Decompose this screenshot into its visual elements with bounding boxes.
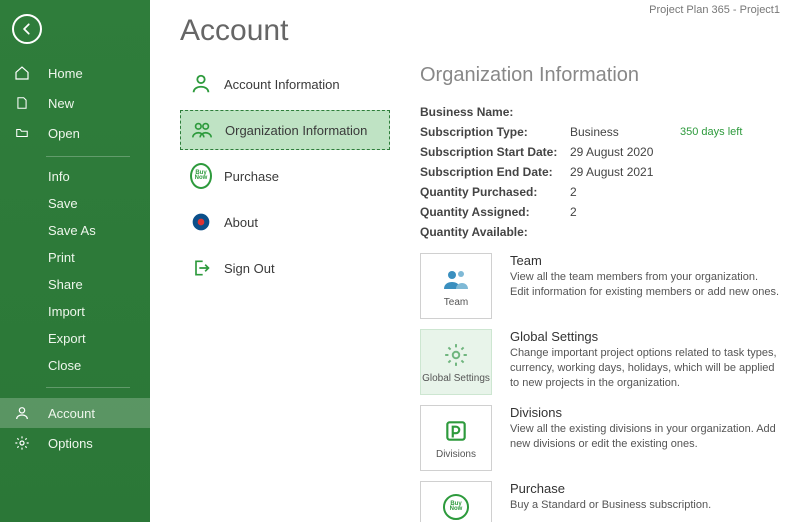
row-qty-available: Quantity Available: — [420, 225, 780, 239]
card-desc: Change important project options related… — [510, 346, 780, 391]
buy-now-icon: BuyNow — [190, 165, 212, 187]
tile-divisions[interactable]: Divisions — [420, 405, 492, 471]
sidebar-divider — [46, 387, 130, 388]
sidebar-item-label: Account — [48, 406, 95, 421]
person-icon — [190, 73, 212, 95]
about-icon — [190, 211, 212, 233]
gear-icon — [14, 435, 30, 451]
sidebar-item-save[interactable]: Save — [0, 190, 150, 217]
tile-purchase[interactable]: BuyNow Purchase — [420, 481, 492, 522]
row-subscription-start: Subscription Start Date:29 August 2020 — [420, 145, 780, 159]
divisions-icon — [443, 417, 469, 445]
card-global-settings: Global Settings Global Settings Change im… — [420, 329, 780, 395]
sidebar-item-label: Home — [48, 66, 83, 81]
sidebar-item-label: New — [48, 96, 74, 111]
row-subscription-end: Subscription End Date:29 August 2021 — [420, 165, 780, 179]
home-icon — [14, 65, 30, 81]
card-title: Purchase — [510, 481, 780, 496]
sidebar-item-close[interactable]: Close — [0, 352, 150, 379]
sidebar-item-label: Open — [48, 126, 80, 141]
account-menu-purchase[interactable]: BuyNow Purchase — [180, 156, 390, 196]
tile-global-settings[interactable]: Global Settings — [420, 329, 492, 395]
card-desc: View all the existing divisions in your … — [510, 422, 780, 452]
person-icon — [14, 405, 30, 421]
row-qty-purchased: Quantity Purchased:2 — [420, 185, 780, 199]
folder-open-icon — [14, 125, 30, 141]
card-title: Global Settings — [510, 329, 780, 344]
card-desc: View all the team members from your orga… — [510, 270, 780, 300]
sidebar-item-label: Options — [48, 436, 93, 451]
account-menu-about[interactable]: About — [180, 202, 390, 242]
team-icon — [441, 265, 471, 293]
card-divisions: Divisions Divisions View all the existing… — [420, 405, 780, 471]
account-menu-sign-out[interactable]: Sign Out — [180, 248, 390, 288]
window-title: Project Plan 365 - Project1 — [649, 4, 780, 16]
sign-out-icon — [190, 257, 212, 279]
card-title: Divisions — [510, 405, 780, 420]
sidebar-item-export[interactable]: Export — [0, 325, 150, 352]
org-info-panel: Organization Information Business Name: … — [420, 64, 800, 522]
card-purchase: BuyNow Purchase Purchase Buy a Standard o… — [420, 481, 780, 522]
sidebar-item-options[interactable]: Options — [0, 428, 150, 458]
sidebar-item-import[interactable]: Import — [0, 298, 150, 325]
back-button[interactable] — [12, 14, 42, 44]
row-qty-assigned: Quantity Assigned:2 — [420, 205, 780, 219]
sidebar-item-open[interactable]: Open — [0, 118, 150, 148]
page-title: Account — [180, 14, 800, 48]
card-desc: Buy a Standard or Business subscription. — [510, 498, 780, 513]
file-icon — [14, 95, 30, 111]
buy-now-icon: BuyNow — [443, 493, 469, 521]
gear-icon — [443, 341, 469, 369]
row-business-name: Business Name: — [420, 105, 780, 119]
sidebar-item-share[interactable]: Share — [0, 271, 150, 298]
main-panel: Project Plan 365 - Project1 Account Acco… — [150, 0, 800, 522]
sidebar-item-print[interactable]: Print — [0, 244, 150, 271]
card-title: Team — [510, 253, 780, 268]
sidebar-item-save-as[interactable]: Save As — [0, 217, 150, 244]
sidebar-item-info[interactable]: Info — [0, 163, 150, 190]
account-menu: Account Information Organization Informa… — [180, 64, 390, 522]
sidebar: Home New Open Info Save Save As Print Sh… — [0, 0, 150, 522]
organization-icon — [191, 119, 213, 141]
arrow-left-icon — [20, 22, 34, 36]
account-menu-org-info[interactable]: Organization Information — [180, 110, 390, 150]
sidebar-item-new[interactable]: New — [0, 88, 150, 118]
section-heading: Organization Information — [420, 64, 780, 87]
days-left-badge: 350 days left — [680, 126, 742, 138]
sidebar-divider — [46, 156, 130, 157]
sidebar-item-account[interactable]: Account — [0, 398, 150, 428]
account-menu-account-info[interactable]: Account Information — [180, 64, 390, 104]
card-team: Team Team View all the team members from … — [420, 253, 780, 319]
sidebar-item-home[interactable]: Home — [0, 58, 150, 88]
tile-team[interactable]: Team — [420, 253, 492, 319]
row-subscription-type: Subscription Type:Business350 days left — [420, 125, 780, 139]
